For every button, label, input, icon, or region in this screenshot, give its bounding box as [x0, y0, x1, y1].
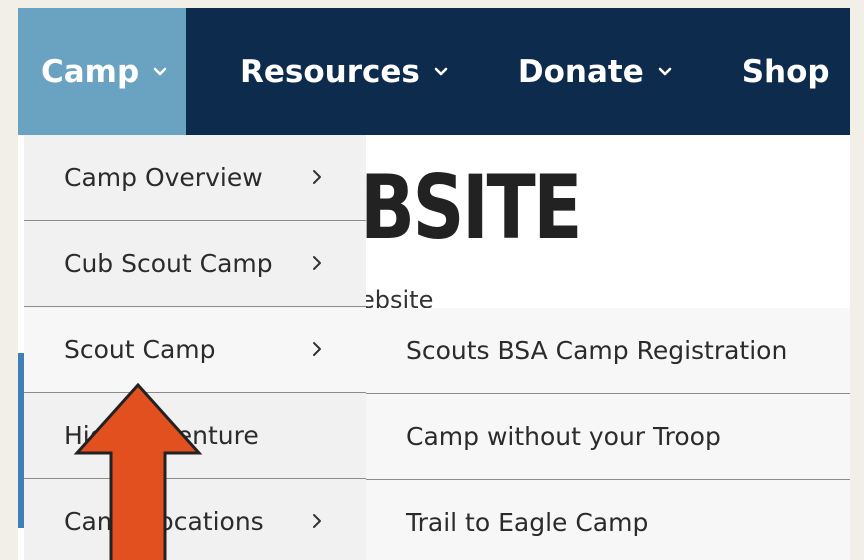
submenu-item-trail-to-eagle-camp[interactable]: Trail to Eagle Camp: [366, 480, 850, 560]
chevron-down-icon: [658, 65, 672, 79]
nav-item-shop[interactable]: Shop: [672, 8, 830, 135]
nav-item-label: Camp: [41, 53, 140, 90]
nav-item-label: Shop: [741, 53, 830, 90]
submenu-item-camp-without-your-troop[interactable]: Camp without your Troop: [366, 394, 850, 480]
menu-item-label: Scout Camp: [64, 335, 216, 364]
nav-item-resources[interactable]: Resources: [186, 8, 448, 135]
chevron-right-icon: [310, 511, 324, 531]
chevron-right-icon: [310, 339, 324, 359]
submenu-item-label: Scouts BSA Camp Registration: [406, 336, 788, 365]
chevron-down-icon: [153, 65, 167, 79]
annotation-arrow-icon: [73, 383, 203, 560]
menu-item-label: Cub Scout Camp: [64, 249, 273, 278]
page: BSITE ebsite Camp Resources Donate Shop: [18, 8, 850, 560]
nav-item-camp[interactable]: Camp: [18, 8, 186, 135]
submenu-item-label: Camp without your Troop: [406, 422, 721, 451]
main-navigation: Camp Resources Donate Shop: [18, 8, 850, 135]
nav-item-label: Resources: [240, 53, 420, 90]
submenu-item-label: Trail to Eagle Camp: [406, 508, 649, 537]
chevron-down-icon: [434, 65, 448, 79]
menu-item-cub-scout-camp[interactable]: Cub Scout Camp: [24, 221, 366, 307]
menu-item-scout-camp[interactable]: Scout Camp: [24, 307, 366, 393]
chevron-right-icon: [310, 167, 324, 187]
menu-item-camp-overview[interactable]: Camp Overview: [24, 135, 366, 221]
chevron-right-icon: [310, 253, 324, 273]
nav-item-label: Donate: [517, 53, 644, 90]
submenu-item-scouts-bsa-camp-registration[interactable]: Scouts BSA Camp Registration: [366, 308, 850, 394]
scout-camp-submenu: Scouts BSA Camp Registration Camp withou…: [366, 308, 850, 560]
menu-item-label: Camp Overview: [64, 163, 263, 192]
nav-item-donate[interactable]: Donate: [448, 8, 672, 135]
page-title: BSITE: [360, 156, 583, 259]
